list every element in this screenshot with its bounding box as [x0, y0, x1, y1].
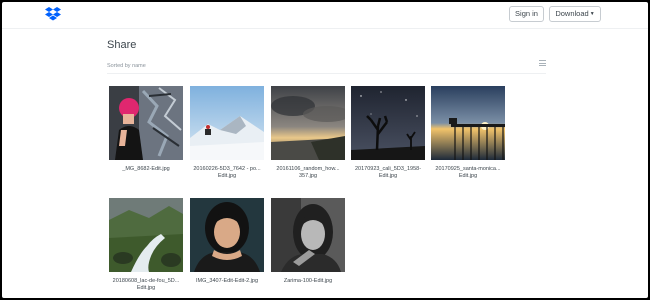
- file-thumbnail[interactable]: [271, 86, 345, 160]
- dropbox-logo-icon[interactable]: [45, 7, 61, 21]
- download-button[interactable]: Download▼: [549, 6, 601, 22]
- file-tile[interactable]: _MG_8682-Edit.jpg: [109, 86, 183, 173]
- sign-in-button[interactable]: Sign in: [509, 6, 544, 22]
- file-tile[interactable]: 20161106_random_how... 357.jpg: [271, 86, 345, 180]
- download-label: Download: [555, 9, 589, 18]
- page-title: Share: [107, 39, 137, 51]
- file-tile[interactable]: Zarima-100-Edit.jpg: [271, 198, 345, 285]
- file-name[interactable]: 20170925_santa-monica... Edit.jpg: [431, 166, 505, 180]
- file-thumbnail[interactable]: [109, 198, 183, 272]
- top-bar: Sign in Download▼: [2, 2, 648, 29]
- file-thumbnail[interactable]: [431, 86, 505, 160]
- file-thumbnail[interactable]: [271, 198, 345, 272]
- file-thumbnail[interactable]: [109, 86, 183, 160]
- file-name[interactable]: Zarima-100-Edit.jpg: [271, 278, 345, 285]
- file-tile[interactable]: 20180608_lac-de-fou_5D... Edit.jpg: [109, 198, 183, 292]
- file-name[interactable]: _MG_8682-Edit.jpg: [109, 166, 183, 173]
- list-view-icon[interactable]: [539, 60, 546, 67]
- divider: [107, 73, 546, 74]
- file-tile[interactable]: 20170923_cali_5D3_1958- Edit.jpg: [351, 86, 425, 180]
- app-window: Sign in Download▼ Share Sorted by name _…: [2, 2, 648, 298]
- chevron-down-icon: ▼: [589, 11, 595, 17]
- file-thumbnail[interactable]: [190, 86, 264, 160]
- file-tile[interactable]: 20160226-5D3_7642 - po... Edit.jpg: [190, 86, 264, 180]
- file-thumbnail[interactable]: [351, 86, 425, 160]
- file-tile[interactable]: 20170925_santa-monica... Edit.jpg: [431, 86, 505, 180]
- file-thumbnail[interactable]: [190, 198, 264, 272]
- file-name[interactable]: 20180608_lac-de-fou_5D... Edit.jpg: [109, 278, 183, 292]
- file-name[interactable]: 20170923_cali_5D3_1958- Edit.jpg: [351, 166, 425, 180]
- file-tile[interactable]: IMG_3407-Edit-Edit-2.jpg: [190, 198, 264, 285]
- file-name[interactable]: 20161106_random_how... 357.jpg: [271, 166, 345, 180]
- file-name[interactable]: IMG_3407-Edit-Edit-2.jpg: [190, 278, 264, 285]
- file-name[interactable]: 20160226-5D3_7642 - po... Edit.jpg: [190, 166, 264, 180]
- sort-label[interactable]: Sorted by name: [107, 63, 146, 69]
